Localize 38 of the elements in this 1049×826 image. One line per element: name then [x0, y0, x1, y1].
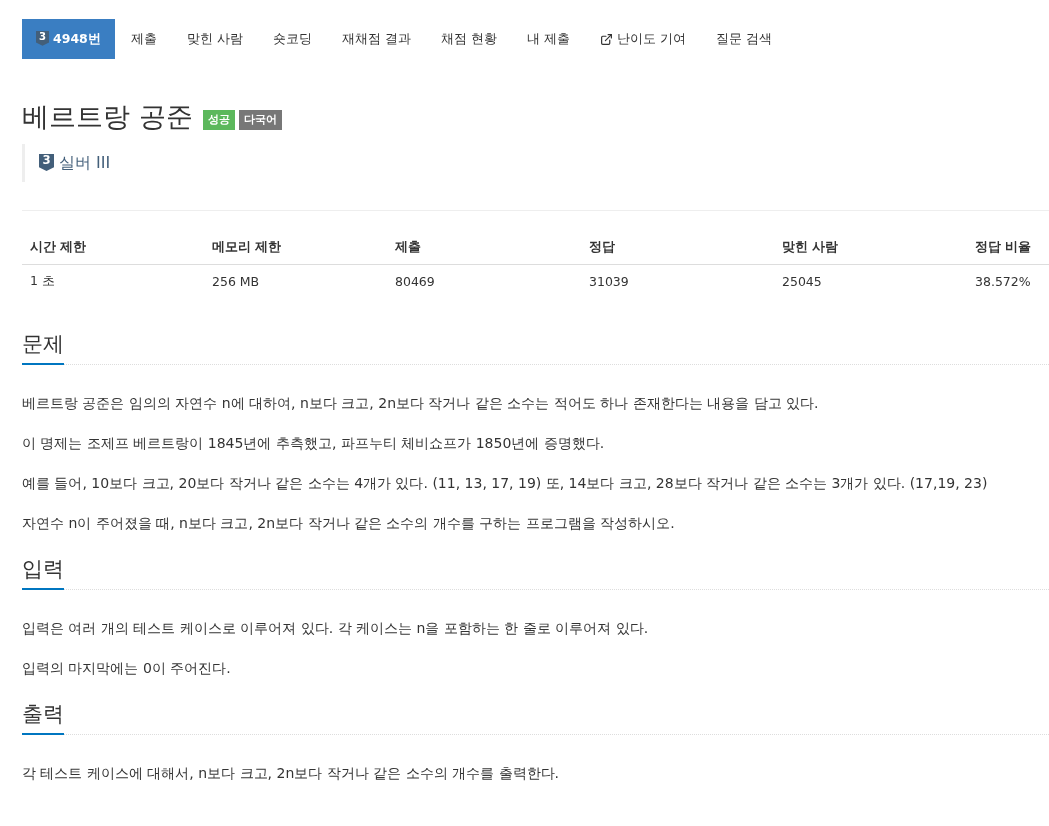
table-cell: 38.572% [967, 264, 1049, 298]
nav-tab[interactable]: 맞힌 사람 [172, 19, 257, 59]
nav-tab[interactable]: 내 제출 [512, 19, 584, 59]
table-cell: 31039 [581, 264, 774, 298]
paragraph: 입력의 마지막에는 0이 주어진다. [22, 659, 232, 678]
nav-tab[interactable]: 질문 검색 [701, 19, 786, 59]
section-heading: 문제 [22, 330, 64, 365]
paragraph: 입력은 여러 개의 테스트 케이스로 이루어져 있다. 각 케이스는 n을 포함하는 한 줄로 이루어져 있다. [22, 619, 650, 638]
nav-tab[interactable]: 제출 [116, 19, 171, 59]
table-cell: 25045 [774, 264, 967, 298]
column-header: 시간 제한 [22, 231, 204, 265]
paragraph: 베르트랑 공준은 임의의 자연수 n에 대하여, n보다 크고, 2n보다 작거나 같은 소수는 적어도 하나 존재한다는 내용을 담고 있다. [22, 394, 820, 413]
paragraph: 이 명제는 조제프 베르트랑이 1845년에 추측했고, 파프누티 체비쇼프가 1850년에 증명했다. [22, 434, 606, 453]
nav-tab[interactable]: 채점 현황 [426, 19, 511, 59]
paragraph: 예를 들어, 10보다 크고, 20보다 작거나 같은 소수는 4개가 있다. (11, 13, 17, 19) 또, 14보다 크고, 28보다 작거나 같은 소수는 3개가 있다. (17,19, 23) [22, 474, 989, 493]
problem-label: 다국어 [238, 110, 282, 130]
problem-number-tab[interactable]: 3 4948번 [22, 19, 115, 59]
external-link-icon [599, 32, 613, 46]
table-cell: 256 MB [204, 264, 387, 298]
nav-tab[interactable]: 재채점 결과 [327, 19, 425, 59]
problem-title: 베르트랑 공준 [22, 100, 193, 134]
table-cell: 80469 [387, 264, 581, 298]
tier-badge-icon: 3 [36, 30, 49, 48]
column-header: 맞힌 사람 [774, 231, 967, 265]
nav-tab[interactable]: 난이도 기여 [585, 19, 700, 59]
paragraph: 각 테스트 케이스에 대해서, n보다 크고, 2n보다 작거나 같은 소수의 개수를 출력한다. [22, 764, 560, 783]
column-header: 제출 [387, 231, 581, 265]
column-header: 정답 [581, 231, 774, 265]
section-heading: 입력 [22, 555, 64, 590]
column-header: 정답 비율 [967, 231, 1049, 265]
tier-badge-icon: 3 [39, 153, 54, 173]
table-cell: 1 초 [22, 264, 204, 298]
problem-label: 성공 [202, 110, 235, 130]
nav-tab[interactable]: 숏코딩 [258, 19, 326, 59]
tier-name: 실버 III [59, 153, 111, 173]
column-header: 메모리 제한 [204, 231, 387, 265]
paragraph: 자연수 n이 주어졌을 때, n보다 크고, 2n보다 작거나 같은 소수의 개수를 구하는 프로그램을 작성하시오. [22, 514, 676, 533]
section-heading: 출력 [22, 700, 64, 735]
